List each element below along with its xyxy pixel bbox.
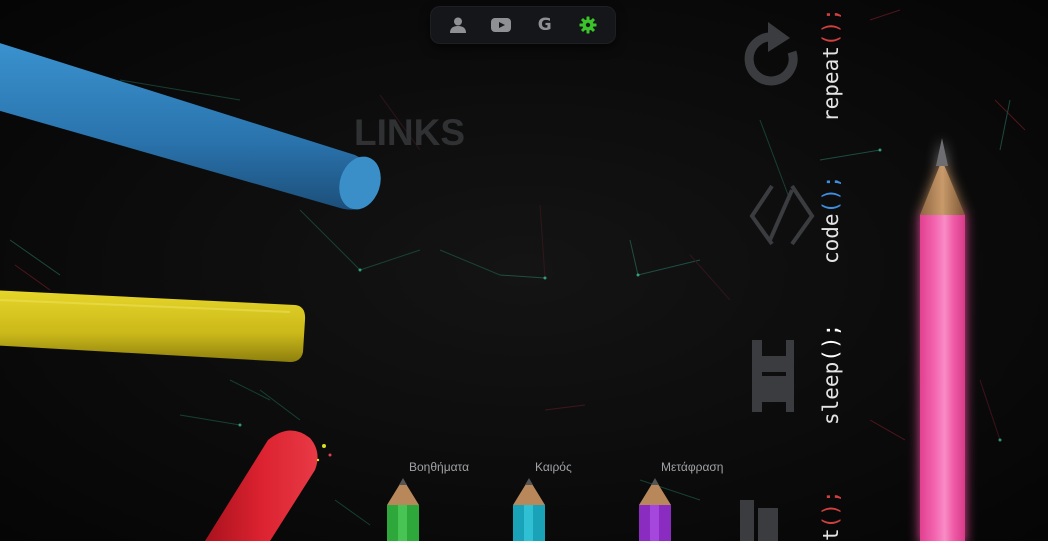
background-art (0, 0, 1048, 541)
code-punct: (); (819, 175, 843, 214)
pencil-link-weather[interactable] (510, 475, 548, 541)
pencil-label-weather: Καιρός (535, 460, 572, 474)
code-punct: (); (819, 490, 843, 529)
profile-button[interactable] (440, 10, 476, 40)
code-line-repeat: repeat(); (819, 8, 843, 122)
pencil-link-translate[interactable] (636, 475, 674, 541)
google-icon: G (537, 15, 552, 35)
code-func-name: repeat (819, 46, 843, 122)
pencil-label-aids: Βοηθήματα (409, 460, 470, 474)
pencil-label-translate: Μετάφραση (661, 460, 724, 474)
code-func-name: t (819, 528, 843, 541)
google-button[interactable]: G (527, 10, 563, 40)
youtube-button[interactable] (483, 10, 519, 40)
youtube-icon (491, 18, 512, 32)
links-heading: LINKS (354, 112, 465, 153)
code-punct: (); (819, 323, 843, 362)
code-line-code: code(); (819, 175, 843, 264)
pencil-link-aids[interactable] (384, 475, 422, 541)
user-icon (449, 17, 466, 33)
code-line-partial: t(); (819, 490, 843, 541)
code-line-sleep: sleep(); (819, 324, 843, 425)
code-func-name: code (819, 213, 843, 264)
code-func-name: sleep (819, 361, 843, 425)
code-punct: (); (819, 8, 843, 47)
top-toolbar: G (430, 6, 616, 44)
settings-button[interactable] (570, 10, 606, 40)
gear-icon (579, 16, 597, 34)
